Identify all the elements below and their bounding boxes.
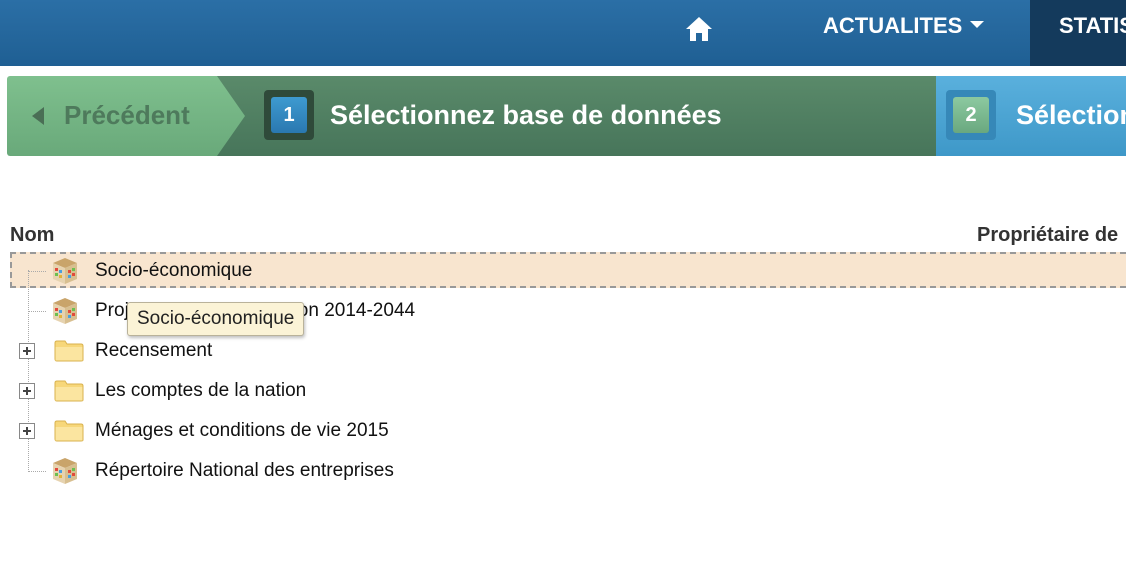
cube-icon: [53, 458, 77, 484]
step-1-badge: 1: [264, 90, 314, 140]
folder-icon: [54, 420, 84, 442]
arrow-left-icon: [32, 107, 44, 125]
column-header-name[interactable]: Nom: [10, 224, 54, 247]
tree-row[interactable]: Répertoire National des entreprises: [0, 451, 1126, 491]
tree-branch: [28, 471, 46, 472]
row-label: Socio-économique: [95, 260, 253, 281]
expand-icon[interactable]: [19, 423, 35, 439]
chevron-down-icon: [970, 20, 985, 28]
step-2-number: 2: [953, 97, 989, 133]
step-2-badge: 2: [946, 90, 996, 140]
wizard-step-1: 1 Sélectionnez base de données: [217, 76, 937, 156]
tree-branch: [28, 311, 46, 312]
row-label: Recensement: [95, 340, 213, 361]
tree-row[interactable]: Ménages et conditions de vie 2015: [0, 411, 1126, 451]
nav-actualites-label: ACTUALITES: [823, 13, 963, 38]
folder-icon: [54, 340, 84, 362]
tree-row[interactable]: Recensement: [0, 331, 1126, 371]
row-label: Les comptes de la nation: [95, 380, 307, 401]
tree-branch: [28, 271, 46, 272]
tooltip: Socio-économique: [127, 302, 305, 336]
wizard-step-2[interactable]: 2 Sélection: [936, 76, 1126, 156]
home-icon[interactable]: [684, 14, 714, 44]
top-navigation: ACTUALITES STATIS: [0, 0, 1126, 66]
row-label: Ménages et conditions de vie 2015: [95, 420, 389, 441]
row-label: Répertoire National des entreprises: [95, 460, 394, 481]
nav-actualites[interactable]: ACTUALITES: [823, 0, 985, 66]
previous-label: Précédent: [64, 100, 190, 130]
cube-icon: [53, 258, 77, 284]
tree-row[interactable]: Socio-économique: [0, 251, 1126, 291]
column-header-owner[interactable]: Propriétaire de: [977, 224, 1118, 247]
cube-icon: [53, 298, 77, 324]
wizard-steps: Précédent 1 Sélectionnez base de données…: [7, 76, 1126, 156]
expand-icon[interactable]: [19, 343, 35, 359]
step-1-label: Sélectionnez base de données: [330, 100, 722, 130]
step-2-label: Sélection: [1016, 100, 1126, 130]
folder-icon: [54, 380, 84, 402]
nav-statistiques-label: STATIS: [1059, 13, 1126, 38]
previous-button[interactable]: Précédent: [7, 76, 247, 156]
step-1-number: 1: [271, 97, 307, 133]
tree-row[interactable]: Les comptes de la nation: [0, 371, 1126, 411]
nav-statistiques[interactable]: STATIS: [1030, 0, 1126, 66]
expand-icon[interactable]: [19, 383, 35, 399]
